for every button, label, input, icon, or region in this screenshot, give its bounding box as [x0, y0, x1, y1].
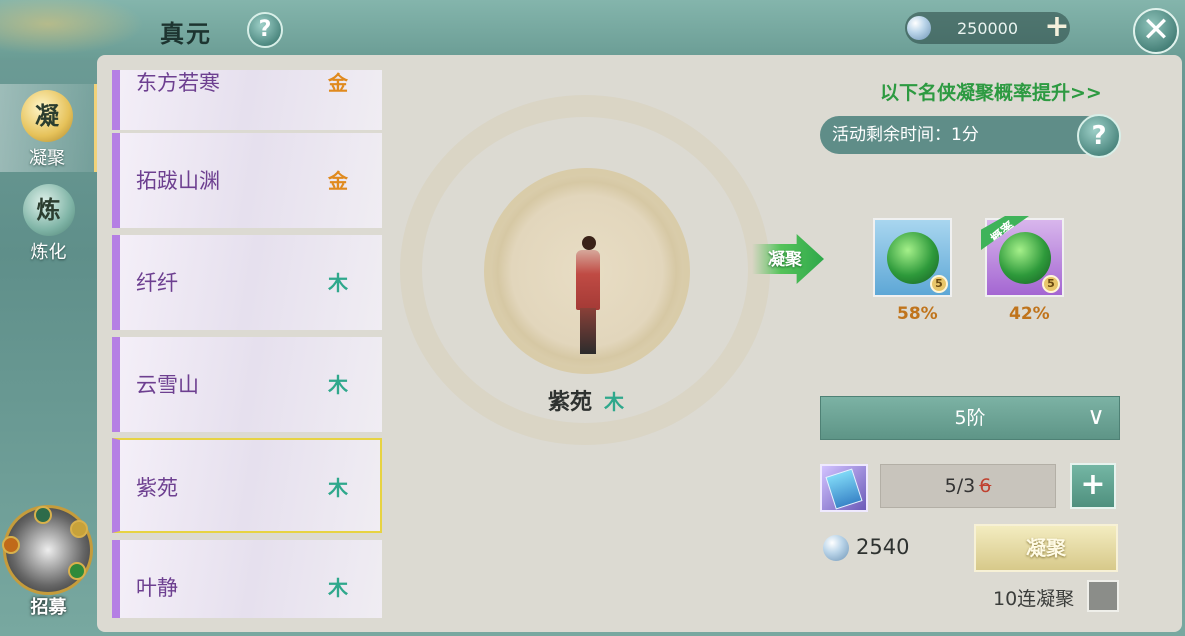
tier-select[interactable]: 5阶 ∨ — [820, 396, 1120, 440]
selected-hero-name: 紫苑 — [548, 390, 593, 415]
sidebar-item-fuse[interactable]: 凝 凝聚 — [0, 84, 97, 172]
orb-icon — [34, 506, 52, 524]
element-badge: 金 — [328, 71, 348, 95]
orb-icon — [70, 520, 88, 538]
sidebar-item-label: 凝聚 — [29, 148, 65, 169]
selected-hero-element: 木 — [604, 390, 624, 414]
list-item[interactable]: 云雪山 木 — [112, 337, 382, 432]
add-consumable-button[interactable]: + — [1070, 463, 1116, 509]
sidebar-item-refine[interactable]: 炼 炼化 — [0, 178, 97, 266]
list-item[interactable]: 东方若寒 金 — [112, 70, 382, 130]
hero-name: 紫苑 — [136, 476, 178, 500]
hero-name: 纤纤 — [136, 271, 178, 295]
fuse-arrow-label: 凝聚 — [768, 250, 802, 270]
quantity-text: 5/3 — [944, 475, 976, 497]
orb-icon — [2, 536, 20, 554]
recruit-label: 招募 — [30, 597, 67, 618]
list-item-selected[interactable]: 紫苑 木 — [112, 438, 382, 533]
hero-name: 东方若寒 — [136, 71, 220, 95]
reward-percent: 42% — [1009, 304, 1050, 324]
add-currency-button[interactable]: + — [1043, 12, 1071, 42]
fuse-button[interactable]: 凝聚 — [974, 524, 1118, 572]
event-timer-text: 活动剩余时间：1分 — [832, 125, 979, 145]
list-item[interactable]: 拓跋山渊 金 — [112, 133, 382, 228]
character-model — [580, 308, 596, 354]
list-item[interactable]: 纤纤 木 — [112, 235, 382, 330]
level-badge: 5 — [930, 275, 948, 293]
hero-list[interactable]: 东方若寒 金 拓跋山渊 金 纤纤 木 云雪山 木 紫苑 木 叶静 木 — [112, 70, 384, 618]
element-badge: 木 — [328, 576, 348, 600]
talisman-icon — [825, 468, 863, 510]
page-title: 真元 — [160, 20, 212, 48]
element-badge: 金 — [328, 169, 348, 193]
reward-percent: 58% — [897, 304, 938, 324]
element-badge: 木 — [328, 476, 348, 500]
consumable-quantity: 5/3 6 — [880, 464, 1056, 508]
consumable-item[interactable] — [820, 464, 868, 512]
element-badge: 木 — [328, 373, 348, 397]
event-timer: 活动剩余时间：1分 — [820, 116, 1105, 154]
boost-heroes-link[interactable]: 以下名侠凝聚概率提升>> — [880, 78, 1102, 105]
chevron-down-icon: ∨ — [1087, 402, 1105, 430]
ten-fuse-label: 10连凝聚 — [993, 588, 1075, 610]
quantity-previous: 6 — [979, 475, 992, 497]
currency-value: 250000 — [956, 19, 1019, 38]
top-bar: 真元 ? 250000 + ✕ — [0, 0, 1185, 60]
level-badge: 5 — [1042, 275, 1060, 293]
sidebar-item-label: 炼化 — [30, 242, 67, 263]
reward-slot[interactable]: 5 概率 — [981, 216, 1064, 297]
gem-icon — [907, 16, 931, 40]
hero-name: 叶静 — [136, 576, 178, 600]
green-orb-icon — [999, 232, 1051, 284]
timer-help-button[interactable]: ? — [1077, 114, 1121, 158]
list-item[interactable]: 叶静 木 — [112, 540, 382, 618]
ten-fuse-checkbox[interactable] — [1087, 580, 1119, 612]
help-button[interactable]: ? — [247, 12, 283, 48]
hero-name: 拓跋山渊 — [136, 169, 220, 193]
character-model — [582, 236, 596, 250]
cost-value: 2540 — [856, 535, 910, 559]
gem-icon — [823, 535, 849, 561]
cloud-decoration — [0, 0, 160, 60]
close-button[interactable]: ✕ — [1133, 8, 1179, 54]
reward-slot[interactable]: 5 — [873, 218, 952, 297]
currency-bar: 250000 + — [905, 12, 1070, 44]
tier-select-value: 5阶 — [954, 407, 986, 429]
fuse-icon: 凝 — [21, 90, 73, 142]
orb-icon — [68, 562, 86, 580]
character-model — [576, 250, 600, 310]
green-orb-icon — [887, 232, 939, 284]
refine-icon: 炼 — [22, 184, 75, 236]
hero-name: 云雪山 — [136, 373, 199, 397]
recruit-button[interactable] — [2, 505, 93, 595]
element-badge: 木 — [328, 271, 348, 295]
